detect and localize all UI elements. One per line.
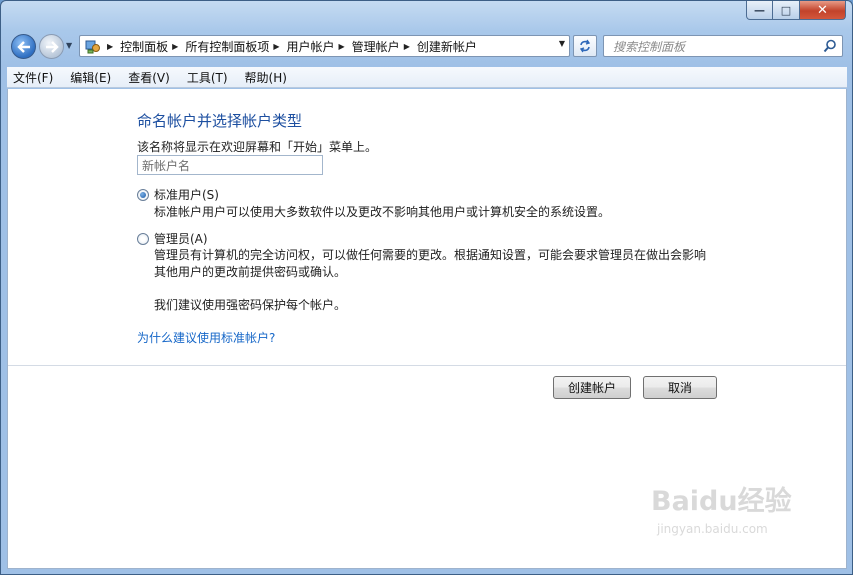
address-dropdown-icon[interactable]: ▼: [559, 39, 565, 48]
admin-radio[interactable]: [137, 232, 149, 245]
why-standard-account-link[interactable]: 为什么建议使用标准帐户?: [137, 329, 275, 346]
watermark-logo: Baidu经验: [651, 486, 792, 517]
breadcrumb-user-accounts[interactable]: 用户帐户: [287, 38, 335, 55]
search-placeholder: 搜索控制面板: [613, 39, 686, 54]
caption-buttons: — □ ✕: [746, 1, 846, 21]
standard-user-radio[interactable]: [137, 188, 149, 201]
cancel-button[interactable]: 取消: [643, 376, 717, 399]
watermark-url: jingyan.baidu.com: [657, 522, 768, 536]
maximize-button[interactable]: □: [773, 1, 800, 20]
maximize-icon: □: [780, 3, 792, 17]
back-button[interactable]: [11, 34, 36, 59]
page-title: 命名帐户并选择帐户类型: [137, 112, 303, 130]
breadcrumb-create-account[interactable]: 创建新帐户: [417, 38, 477, 55]
divider: [8, 365, 846, 366]
admin-description-line1: 管理员有计算机的完全访问权，可以做任何需要的更改。根据通知设置，可能会要求管理员…: [154, 248, 707, 262]
control-panel-icon: [83, 37, 103, 55]
watermark: Baidu经验 jingyan.baidu.com: [651, 479, 792, 536]
address-bar[interactable]: ▶ 控制面板 ▶ 所有控制面板项 ▶ 用户帐户 ▶ 管理帐户 ▶ 创建新帐户 ▼: [79, 35, 570, 57]
menu-file[interactable]: 文件(F): [13, 69, 53, 86]
menu-help[interactable]: 帮助(H): [245, 69, 287, 86]
menu-bar: 文件(F) 编辑(E) 查看(V) 工具(T) 帮助(H): [7, 67, 847, 88]
back-arrow-icon: [16, 40, 30, 53]
minimize-icon: —: [754, 3, 765, 17]
admin-description-line2: 其他用户的更改前提供密码或确认。: [154, 265, 347, 279]
menu-edit[interactable]: 编辑(E): [70, 69, 111, 86]
minimize-button[interactable]: —: [746, 1, 773, 20]
breadcrumb-separator-icon[interactable]: ▶: [339, 42, 345, 51]
admin-label[interactable]: 管理员(A): [154, 230, 208, 247]
close-button[interactable]: ✕: [800, 1, 846, 20]
recent-pages-dropdown-icon[interactable]: ▼: [66, 41, 72, 50]
standard-user-label[interactable]: 标准用户(S): [154, 186, 219, 203]
forward-button[interactable]: [39, 34, 64, 59]
forward-arrow-icon: [45, 40, 59, 53]
account-name-field[interactable]: [137, 155, 323, 175]
search-input[interactable]: 搜索控制面板: [603, 35, 843, 57]
breadcrumb-separator-icon[interactable]: ▶: [404, 42, 410, 51]
menu-view[interactable]: 查看(V): [128, 69, 170, 86]
breadcrumb-manage-accounts[interactable]: 管理帐户: [352, 38, 400, 55]
breadcrumb-control-panel[interactable]: 控制面板: [120, 38, 168, 55]
close-icon: ✕: [817, 2, 828, 18]
menu-tools[interactable]: 工具(T): [187, 69, 228, 86]
breadcrumb-all-items[interactable]: 所有控制面板项: [185, 38, 269, 55]
breadcrumb-separator-icon[interactable]: ▶: [172, 42, 178, 51]
breadcrumb-separator-icon[interactable]: ▶: [107, 42, 113, 51]
password-recommendation: 我们建议使用强密码保护每个帐户。: [154, 298, 347, 312]
standard-user-option[interactable]: 标准用户(S): [137, 186, 219, 203]
refresh-button[interactable]: [573, 35, 597, 57]
search-icon[interactable]: [823, 39, 837, 53]
create-account-button[interactable]: 创建帐户: [553, 376, 631, 399]
admin-option[interactable]: 管理员(A): [137, 230, 208, 247]
name-description: 该名称将显示在欢迎屏幕和「开始」菜单上。: [137, 140, 378, 154]
window: — □ ✕ ▼ ▶ 控制面板 ▶ 所有控制面板项 ▶ 用户帐户 ▶ 管理帐户 ▶…: [0, 0, 853, 575]
breadcrumb-separator-icon[interactable]: ▶: [273, 42, 279, 51]
refresh-icon: [579, 39, 591, 53]
standard-user-description: 标准帐户用户可以使用大多数软件以及更改不影响其他用户或计算机安全的系统设置。: [154, 205, 611, 219]
